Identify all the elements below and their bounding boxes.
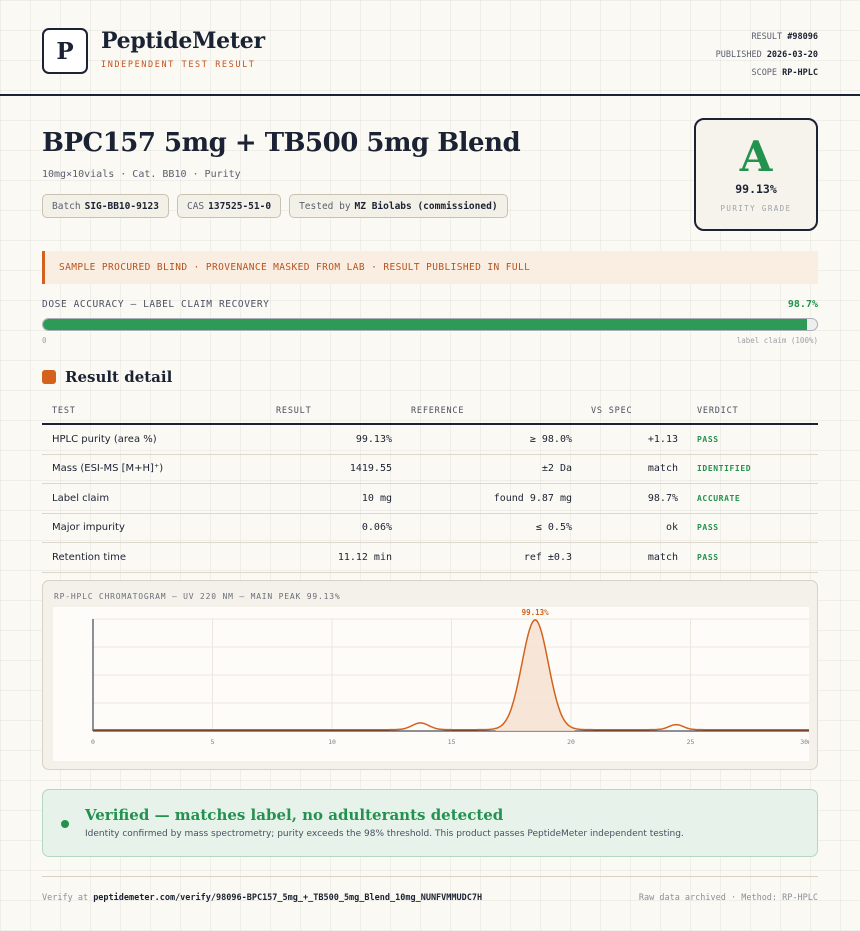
- cell-test: Mass (ESI-MS [M+H]⁺): [52, 463, 164, 475]
- verified-text: Identity confirmed by mass spectrometry;…: [85, 829, 684, 839]
- product-subtitle: 10mg×10vials · Cat. BB10 · Purity: [42, 169, 241, 180]
- x-tick-label: 30min: [800, 738, 809, 746]
- tested-label: Tested by: [299, 200, 351, 212]
- x-tick-label: 25: [687, 738, 695, 746]
- x-tick-label: 5: [211, 738, 215, 746]
- verified-banner: Verified — matches label, no adulterants…: [42, 789, 818, 857]
- cell-vs-spec: +1.13: [647, 433, 678, 445]
- section-title-text: Result detail: [65, 368, 173, 386]
- cell-reference: ≤ 0.5%: [535, 522, 572, 534]
- cell-vs-spec: ok: [665, 522, 678, 534]
- dose-progress-fill: [43, 319, 807, 330]
- section-heading: Result detail: [42, 368, 172, 386]
- cell-verdict: PASS: [697, 552, 719, 562]
- cell-result: 0.06%: [361, 522, 392, 534]
- cell-vs-spec: match: [647, 463, 678, 475]
- grade-purity: 99.13%: [735, 182, 777, 196]
- table-row: Label claim 10 mg found 9.87 mg 98.7% AC…: [42, 484, 818, 514]
- cas-value: 137525-51-0: [208, 200, 272, 212]
- table-row: Major impurity 0.06% ≤ 0.5% ok PASS: [42, 514, 818, 543]
- brand-tagline: INDEPENDENT TEST RESULT: [101, 60, 256, 70]
- cell-test: Label claim: [52, 492, 110, 504]
- dose-progress-bar: [42, 318, 818, 331]
- header-reference: REFERENCE: [411, 405, 465, 416]
- table-header: TEST RESULT REFERENCE VS SPEC VERDICT: [42, 398, 818, 425]
- cell-result: 1419.55: [349, 463, 392, 475]
- cas-label: CAS: [186, 200, 205, 212]
- page-header: P PeptideMeter INDEPENDENT TEST RESULT R…: [0, 0, 860, 96]
- x-tick-label: 15: [448, 738, 456, 746]
- product-title: BPC157 5mg + TB500 5mg Blend: [42, 128, 521, 158]
- result-id: #98096: [787, 32, 818, 42]
- x-tick-label: 20: [567, 738, 575, 746]
- header-vs-spec: VS SPEC: [591, 405, 633, 416]
- verify-line: Verify at peptidemeter.com/verify/98096-…: [42, 893, 482, 903]
- main-peak-label: 99.13%: [522, 608, 550, 617]
- cell-vs-spec: match: [647, 551, 678, 563]
- chromatogram-chart: 0 5 10 15 20 25 30min 99.13%: [53, 607, 809, 761]
- batch-chip: Batch SIG-BB10-9123: [42, 194, 169, 218]
- published-date: 2026-03-20: [766, 50, 818, 60]
- header-test: TEST: [52, 405, 76, 416]
- plot-background: [53, 607, 809, 761]
- cell-verdict: ACCURATE: [697, 493, 741, 503]
- dose-accuracy-label: DOSE ACCURACY — LABEL CLAIM RECOVERY: [42, 299, 270, 310]
- cell-verdict: IDENTIFIED: [697, 464, 752, 474]
- x-tick-label: 0: [91, 738, 95, 746]
- product-chips: Batch SIG-BB10-9123 CAS 137525-51-0 Tested…: [42, 194, 508, 218]
- table-row: Retention time 11.12 min ref ±0.3 match …: [42, 543, 818, 573]
- dose-accuracy-value: 98.7%: [787, 299, 818, 310]
- batch-value: SIG-BB10-9123: [84, 200, 159, 212]
- grade-label: PURITY GRADE: [720, 204, 792, 213]
- cell-test: HPLC purity (area %): [52, 433, 157, 445]
- cas-chip: CAS 137525-51-0: [176, 194, 282, 218]
- verified-dot-icon: [61, 820, 69, 828]
- brand-name: PeptideMeter: [101, 28, 265, 54]
- header-result: RESULT: [276, 405, 312, 416]
- grade-letter: A: [739, 132, 773, 181]
- cell-result: 11.12 min: [337, 551, 392, 563]
- dose-bar-max: label claim (100%): [736, 336, 818, 345]
- blind-notice: SAMPLE PROCURED BLIND · PROVENANCE MASKE…: [42, 251, 818, 284]
- cell-reference: ≥ 98.0%: [529, 433, 572, 445]
- x-tick-label: 10: [328, 738, 336, 746]
- cell-result: 99.13%: [355, 433, 392, 445]
- cell-verdict: PASS: [697, 523, 719, 533]
- cell-test: Major impurity: [52, 522, 125, 534]
- cell-verdict: PASS: [697, 434, 719, 444]
- result-id-line: RESULT #98096: [716, 28, 818, 46]
- chromatogram-panel: RP-HPLC CHROMATOGRAM — UV 220 NM — MAIN …: [42, 580, 818, 770]
- scope-line: SCOPE RP-HPLC: [716, 64, 818, 82]
- tested-by-chip: Tested by MZ Biolabs (commissioned): [289, 194, 508, 218]
- batch-label: Batch: [52, 200, 81, 212]
- purity-grade-card: A 99.13% PURITY GRADE: [694, 118, 818, 231]
- cell-test: Retention time: [52, 551, 126, 563]
- result-label: RESULT: [751, 32, 783, 42]
- scope-label: SCOPE: [751, 68, 778, 78]
- published-label: PUBLISHED: [715, 50, 762, 60]
- header-verdict: VERDICT: [697, 405, 739, 416]
- verify-prefix: Verify at: [42, 893, 89, 903]
- cell-reference: ±2 Da: [541, 463, 572, 475]
- tested-value: MZ Biolabs (commissioned): [354, 200, 498, 212]
- cell-vs-spec: 98.7%: [647, 492, 678, 504]
- brand-logo: P: [42, 28, 88, 74]
- dose-bar-min: 0: [42, 336, 47, 345]
- footer-divider: [42, 876, 818, 877]
- cell-result: 10 mg: [361, 492, 392, 504]
- cell-reference: found 9.87 mg: [493, 492, 572, 504]
- footer-method: Raw data archived · Method: RP-HPLC: [638, 893, 818, 903]
- result-meta: RESULT #98096 PUBLISHED 2026-03-20 SCOPE…: [716, 28, 818, 82]
- scope-value: RP-HPLC: [782, 68, 818, 78]
- published-line: PUBLISHED 2026-03-20: [716, 46, 818, 64]
- verify-link[interactable]: peptidemeter.com/verify/98096-BPC157_5mg…: [93, 893, 482, 903]
- table-row: Mass (ESI-MS [M+H]⁺) 1419.55 ±2 Da match…: [42, 455, 818, 484]
- cell-reference: ref ±0.3: [523, 551, 572, 563]
- section-marker-icon: [42, 370, 56, 384]
- chromatogram-title: RP-HPLC CHROMATOGRAM — UV 220 NM — MAIN …: [54, 592, 341, 601]
- table-row: HPLC purity (area %) 99.13% ≥ 98.0% +1.1…: [42, 425, 818, 455]
- verified-title: Verified — matches label, no adulterants…: [85, 806, 504, 824]
- result-table: TEST RESULT REFERENCE VS SPEC VERDICT HP…: [42, 398, 818, 573]
